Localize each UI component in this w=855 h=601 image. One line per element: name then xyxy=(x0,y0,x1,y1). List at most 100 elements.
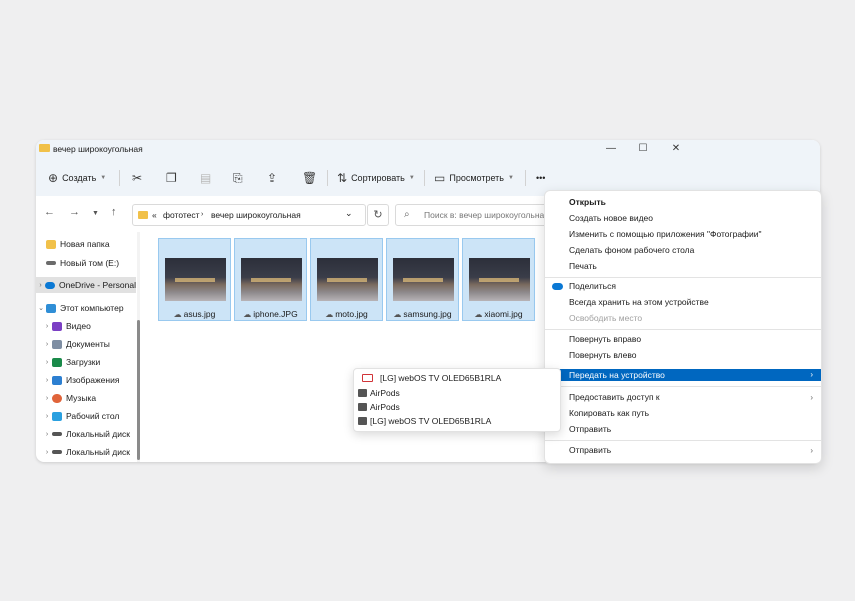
back-arrow-icon[interactable]: ← xyxy=(44,206,55,218)
file-tile[interactable]: ☁ xiaomi.jpg xyxy=(462,238,535,321)
menu-item-open[interactable]: Открыть xyxy=(545,195,821,210)
sidebar-item-label: Изображения xyxy=(66,375,120,385)
close-button[interactable]: ✕ xyxy=(661,142,691,156)
device-icon xyxy=(358,403,367,411)
sidebar-item-new-folder[interactable]: Новая папка xyxy=(36,236,136,252)
sidebar-item-downloads[interactable]: › Загрузки xyxy=(36,354,142,370)
sidebar-item-label: Новый том (E:) xyxy=(60,258,120,268)
photo-thumbnail xyxy=(317,258,378,301)
menu-item-share[interactable]: Поделиться xyxy=(545,279,821,294)
refresh-icon: ↻ xyxy=(373,209,383,221)
sidebar-item-this-pc[interactable]: ⌄ Этот компьютер xyxy=(36,300,136,316)
drive-icon xyxy=(52,432,62,436)
more-button[interactable]: ••• xyxy=(536,166,545,190)
view-button[interactable]: ▭ Просмотреть ▼ xyxy=(434,166,514,190)
download-icon xyxy=(52,357,62,367)
sidebar-item-desktop[interactable]: › Рабочий стол xyxy=(36,408,142,424)
chevron-right-icon[interactable]: › xyxy=(42,413,52,420)
divider xyxy=(119,170,120,186)
device-icon xyxy=(358,417,367,425)
file-name: samsung.jpg xyxy=(403,309,452,319)
chevron-right-icon[interactable]: › xyxy=(42,449,52,456)
chevron-right-icon[interactable]: › xyxy=(36,282,45,289)
file-name: iphone.JPG xyxy=(253,309,298,319)
sidebar-item-music[interactable]: › Музыка xyxy=(36,390,142,406)
search-input[interactable]: ⌕ Поиск в: вечер широкоугольная xyxy=(395,204,557,226)
breadcrumb-overflow[interactable]: « xyxy=(152,210,157,220)
cast-submenu: [LG] webOS TV OLED65B1RLA AirPods AirPod… xyxy=(353,368,561,432)
chevron-right-icon[interactable]: › xyxy=(42,377,52,384)
refresh-button[interactable]: ↻ xyxy=(367,204,389,226)
rename-button[interactable]: ⎘ xyxy=(233,166,243,190)
file-tile[interactable]: ☁ moto.jpg xyxy=(310,238,383,321)
chevron-down-icon[interactable]: ⌄ xyxy=(345,208,353,219)
navigation-pane: Новая папка Новый том (E:) › OneDrive - … xyxy=(36,232,138,462)
up-arrow-icon[interactable]: ↑ xyxy=(111,206,117,218)
sort-button[interactable]: ⇅ Сортировать ▼ xyxy=(337,166,415,190)
chevron-right-icon: › xyxy=(810,370,813,379)
file-name: moto.jpg xyxy=(335,309,368,319)
menu-item-set-wallpaper[interactable]: Сделать фоном рабочего стола xyxy=(545,243,821,258)
drive-icon xyxy=(46,261,56,265)
chevron-right-icon[interactable]: › xyxy=(42,341,52,348)
chevron-right-icon[interactable]: › xyxy=(42,359,52,366)
file-name: xiaomi.jpg xyxy=(484,309,523,319)
computer-icon xyxy=(46,303,56,313)
chevron-right-icon[interactable]: › xyxy=(42,395,52,402)
folder-icon xyxy=(46,239,56,249)
menu-item-give-access[interactable]: Предоставить доступ к › xyxy=(545,390,821,405)
paste-button[interactable]: ▤ xyxy=(200,166,211,190)
file-name: asus.jpg xyxy=(183,309,216,319)
menu-item-edit-photos[interactable]: Изменить с помощью приложения "Фотографи… xyxy=(545,227,821,242)
sidebar-item-pictures[interactable]: › Изображения xyxy=(36,372,142,388)
menu-item-rotate-right[interactable]: Повернуть вправо xyxy=(545,332,821,347)
sidebar-item-documents[interactable]: › Документы xyxy=(36,336,142,352)
menu-divider xyxy=(545,277,821,278)
file-tile[interactable]: ☁ samsung.jpg xyxy=(386,238,459,321)
device-item[interactable]: AirPods xyxy=(354,401,560,414)
menu-item-copy-path[interactable]: Копировать как путь xyxy=(545,406,821,421)
minimize-button[interactable]: — xyxy=(596,142,626,156)
menu-item-cast-to-device[interactable]: Передать на устройство › xyxy=(545,369,821,381)
cut-button[interactable]: ✂ xyxy=(132,166,142,190)
copy-button[interactable]: ❐ xyxy=(166,166,177,190)
sidebar-item-onedrive[interactable]: › OneDrive - Personal xyxy=(36,277,136,293)
photo-thumbnail xyxy=(165,258,226,301)
onedrive-icon xyxy=(552,283,563,290)
breadcrumb-item[interactable]: фототест xyxy=(163,210,200,220)
view-icon: ▭ xyxy=(434,171,446,185)
menu-item-create-video[interactable]: Создать новое видео xyxy=(545,211,821,226)
sidebar-item-local-disk-c[interactable]: › Локальный диск xyxy=(36,426,142,442)
file-tile[interactable]: ☁ iphone.JPG xyxy=(234,238,307,321)
create-button[interactable]: ⊕ Создать ▼ xyxy=(48,166,106,190)
device-item[interactable]: AirPods xyxy=(354,387,560,400)
chevron-right-icon[interactable]: › xyxy=(42,323,52,330)
chevron-down-icon[interactable]: ⌄ xyxy=(36,304,46,312)
device-item[interactable]: [LG] webOS TV OLED65B1RLA xyxy=(354,415,560,428)
menu-item-keep-on-device[interactable]: Всегда хранить на этом устройстве xyxy=(545,295,821,310)
menu-item-print[interactable]: Печать xyxy=(545,259,821,274)
sidebar-item-label: Документы xyxy=(66,339,110,349)
device-item[interactable]: [LG] webOS TV OLED65B1RLA xyxy=(354,372,560,385)
menu-item-send-to[interactable]: Отправить › xyxy=(545,443,821,458)
window-title: вечер широкоугольная xyxy=(53,144,143,154)
sort-icon: ⇅ xyxy=(337,171,348,185)
scrollbar-thumb[interactable] xyxy=(137,320,140,460)
menu-item-send[interactable]: Отправить xyxy=(545,422,821,437)
sidebar-item-label: Загрузки xyxy=(66,357,101,367)
share-button[interactable]: ⇪ xyxy=(267,166,277,190)
address-bar[interactable]: « фототест › вечер широкоугольная ⌄ xyxy=(132,204,366,226)
menu-item-rotate-left[interactable]: Повернуть влево xyxy=(545,348,821,363)
chevron-right-icon[interactable]: › xyxy=(42,431,52,438)
recent-chevron-icon[interactable]: ▼ xyxy=(92,210,99,217)
drive-icon xyxy=(52,450,62,454)
delete-button[interactable]: 🗑 xyxy=(302,166,317,190)
folder-icon xyxy=(39,144,50,152)
breadcrumb-item[interactable]: вечер широкоугольная xyxy=(211,210,301,220)
sidebar-item-videos[interactable]: › Видео xyxy=(36,318,142,334)
sidebar-item-drive-e[interactable]: Новый том (E:) xyxy=(36,255,136,271)
forward-arrow-icon[interactable]: → xyxy=(69,206,80,218)
sidebar-item-local-disk-d[interactable]: › Локальный диск xyxy=(36,444,142,460)
maximize-button[interactable]: ☐ xyxy=(628,142,658,156)
file-tile[interactable]: ☁ asus.jpg xyxy=(158,238,231,321)
